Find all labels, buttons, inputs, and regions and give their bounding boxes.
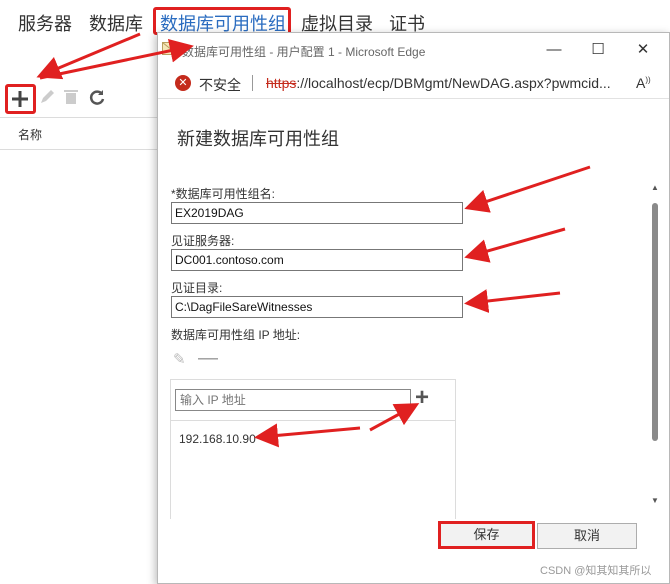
window-titlebar: 数据库可用性组 - 用户配置 1 - Microsoft Edge — ☐ ✕ xyxy=(158,33,669,67)
plus-icon[interactable] xyxy=(9,88,31,110)
close-icon[interactable]: ✕ xyxy=(621,37,665,63)
envelope-icon xyxy=(162,42,178,55)
cancel-button[interactable]: 取消 xyxy=(537,523,637,549)
dag-name-input[interactable] xyxy=(171,202,463,224)
scroll-up-icon[interactable]: ▲ xyxy=(649,183,661,192)
url-text[interactable]: https://localhost/ecp/DBMgmt/NewDAG.aspx… xyxy=(266,75,611,91)
nav-annotation-box xyxy=(153,7,291,35)
edge-popup-window: 数据库可用性组 - 用户配置 1 - Microsoft Edge — ☐ ✕ … xyxy=(157,32,670,584)
pencil-icon[interactable]: ✎ xyxy=(173,350,186,368)
screenshot-root: 服务器 数据库 数据库可用性组 虚拟目录 证书 名称 数据库可用性组 - 用户配… xyxy=(0,0,670,584)
nav-item-databases[interactable]: 数据库 xyxy=(89,10,143,36)
maximize-icon[interactable]: ☐ xyxy=(576,37,620,63)
pencil-icon[interactable] xyxy=(36,88,58,110)
nav-item-servers[interactable]: 服务器 xyxy=(18,10,72,36)
save-button[interactable]: 保存 xyxy=(438,521,535,549)
column-header-name[interactable]: 名称 xyxy=(18,126,42,143)
not-secure-icon: ✕ xyxy=(175,75,191,91)
watermark: CSDN @知其知其所以 xyxy=(540,565,652,577)
list-header-divider xyxy=(0,149,160,150)
list-top-divider xyxy=(0,117,160,118)
ip-list-item[interactable]: 192.168.10.90 xyxy=(179,432,256,446)
url-path: ://localhost/ecp/DBMgmt/NewDAG.aspx?pwmc… xyxy=(296,75,611,91)
witness-server-label: 见证服务器: xyxy=(171,234,235,248)
form-title: 新建数据库可用性组 xyxy=(177,129,339,149)
read-aloud-icon[interactable]: A)) xyxy=(636,75,651,91)
address-bar[interactable]: ✕ 不安全 https://localhost/ecp/DBMgmt/NewDA… xyxy=(158,67,669,99)
arrow-nav-to-add xyxy=(36,32,141,80)
ip-address-input[interactable] xyxy=(175,389,411,411)
ip-address-panel: + 192.168.10.90 xyxy=(170,379,456,519)
ip-panel-divider xyxy=(171,420,455,421)
window-title: 数据库可用性组 - 用户配置 1 - Microsoft Edge xyxy=(182,45,426,59)
dag-ip-label: 数据库可用性组 IP 地址: xyxy=(171,328,301,342)
scroll-thumb[interactable] xyxy=(652,203,658,441)
refresh-icon[interactable] xyxy=(86,88,108,110)
vertical-scrollbar[interactable]: ▲ ▼ xyxy=(649,183,661,508)
dag-name-label: *数据库可用性组名: xyxy=(171,187,276,201)
plus-icon[interactable]: + xyxy=(415,384,429,412)
trash-icon[interactable] xyxy=(60,88,82,110)
remove-icon[interactable]: — xyxy=(198,347,218,370)
witness-directory-label: 见证目录: xyxy=(171,281,223,295)
not-secure-label[interactable]: 不安全 xyxy=(199,75,241,95)
witness-directory-input[interactable] xyxy=(171,296,463,318)
witness-server-input[interactable] xyxy=(171,249,463,271)
address-separator xyxy=(252,75,253,91)
scroll-down-icon[interactable]: ▼ xyxy=(649,496,661,505)
url-scheme: https xyxy=(266,75,297,91)
minimize-icon[interactable]: — xyxy=(532,37,576,63)
